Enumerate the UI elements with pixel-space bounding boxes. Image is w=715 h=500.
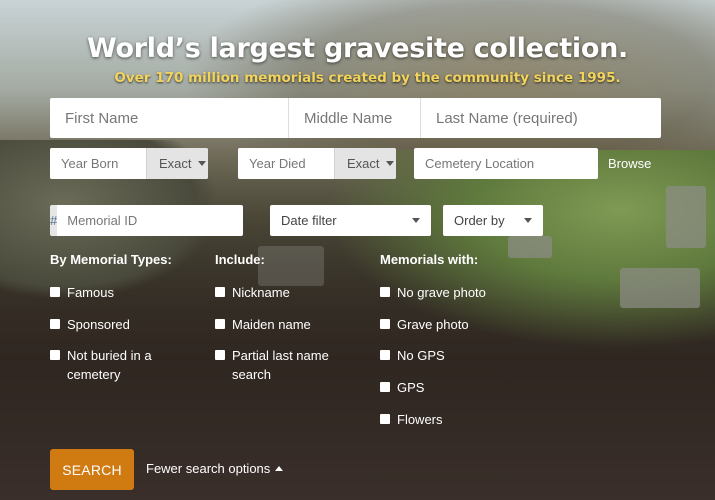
date-filter-label: Date filter bbox=[281, 213, 337, 228]
chevron-down-icon bbox=[524, 218, 532, 223]
year-born-match-label: Exact bbox=[159, 156, 192, 171]
checkbox-box[interactable] bbox=[380, 287, 390, 297]
checkbox-label: Grave photo bbox=[397, 317, 469, 332]
year-died-match-select[interactable]: Exact bbox=[334, 148, 396, 179]
year-born-match-select[interactable]: Exact bbox=[146, 148, 208, 179]
checkbox-label: No GPS bbox=[397, 348, 445, 363]
search-button[interactable]: SEARCH bbox=[50, 449, 134, 490]
year-died-match-label: Exact bbox=[347, 156, 380, 171]
checkbox-sponsored[interactable]: Sponsored bbox=[50, 315, 130, 334]
middle-name-input[interactable] bbox=[289, 98, 421, 138]
year-died-group: Exact bbox=[238, 148, 396, 179]
checkbox-label: Not buried in a cemetery bbox=[67, 348, 152, 382]
fewer-search-options-label: Fewer search options bbox=[146, 461, 271, 476]
checkbox-label: Partial last name search bbox=[232, 348, 329, 382]
year-born-group: Exact bbox=[50, 148, 208, 179]
checkbox-label: Maiden name bbox=[232, 317, 311, 332]
first-name-input[interactable] bbox=[50, 98, 289, 138]
chevron-down-icon bbox=[385, 161, 394, 166]
search-panel: World’s largest gravesite collection. Ov… bbox=[0, 0, 715, 500]
checkbox-box[interactable] bbox=[50, 350, 60, 360]
year-died-input[interactable] bbox=[238, 148, 334, 179]
memorial-types-title: By Memorial Types: bbox=[50, 252, 172, 267]
checkbox-famous[interactable]: Famous bbox=[50, 283, 114, 302]
checkbox-label: GPS bbox=[397, 380, 425, 395]
memorial-id-group: # bbox=[50, 205, 243, 236]
date-filter-select[interactable]: Date filter bbox=[270, 205, 431, 236]
checkbox-no-gps[interactable]: No GPS bbox=[380, 346, 445, 365]
checkbox-box[interactable] bbox=[380, 350, 390, 360]
order-by-select[interactable]: Order by bbox=[443, 205, 543, 236]
cemetery-location-input[interactable] bbox=[414, 148, 598, 179]
browse-link[interactable]: Browse bbox=[608, 156, 651, 171]
chevron-down-icon bbox=[412, 218, 420, 223]
checkbox-flowers[interactable]: Flowers bbox=[380, 410, 443, 429]
name-fields-row bbox=[50, 98, 661, 138]
order-by-label: Order by bbox=[454, 213, 505, 228]
checkbox-nickname[interactable]: Nickname bbox=[215, 283, 290, 302]
checkbox-label: Famous bbox=[67, 285, 114, 300]
checkbox-box[interactable] bbox=[50, 287, 60, 297]
checkbox-grave-photo[interactable]: Grave photo bbox=[380, 315, 469, 334]
checkbox-no-grave-photo[interactable]: No grave photo bbox=[380, 283, 486, 302]
checkbox-not-buried[interactable]: Not buried in a cemetery bbox=[50, 346, 175, 384]
checkbox-box[interactable] bbox=[215, 287, 225, 297]
checkbox-label: Nickname bbox=[232, 285, 290, 300]
page-subtitle: Over 170 million memorials created by th… bbox=[114, 70, 621, 86]
checkbox-box[interactable] bbox=[215, 319, 225, 329]
checkbox-box[interactable] bbox=[215, 350, 225, 360]
hash-icon: # bbox=[50, 205, 58, 236]
checkbox-label: No grave photo bbox=[397, 285, 486, 300]
checkbox-box[interactable] bbox=[380, 414, 390, 424]
memorial-id-input[interactable] bbox=[57, 205, 243, 236]
fewer-search-options-link[interactable]: Fewer search options bbox=[146, 461, 284, 476]
checkbox-maiden-name[interactable]: Maiden name bbox=[215, 315, 311, 334]
year-born-input[interactable] bbox=[50, 148, 146, 179]
checkbox-box[interactable] bbox=[50, 319, 60, 329]
checkbox-label: Sponsored bbox=[67, 317, 130, 332]
chevron-up-icon bbox=[275, 466, 284, 471]
checkbox-label: Flowers bbox=[397, 412, 443, 427]
checkbox-gps[interactable]: GPS bbox=[380, 378, 424, 397]
checkbox-partial-last-name[interactable]: Partial last name search bbox=[215, 346, 350, 384]
memorials-with-title: Memorials with: bbox=[380, 252, 479, 267]
last-name-input[interactable] bbox=[421, 98, 661, 138]
checkbox-box[interactable] bbox=[380, 319, 390, 329]
chevron-down-icon bbox=[197, 161, 206, 166]
include-title: Include: bbox=[215, 252, 265, 267]
page-title: World’s largest gravesite collection. bbox=[87, 33, 628, 64]
checkbox-box[interactable] bbox=[380, 382, 390, 392]
